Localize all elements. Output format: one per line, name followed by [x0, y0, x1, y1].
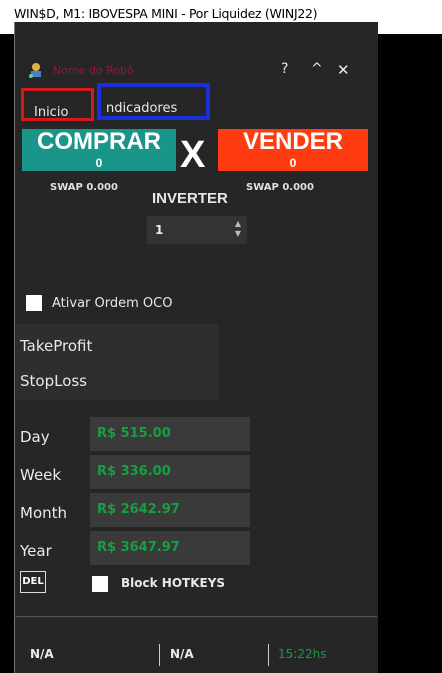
week-value: R$ 336.00: [90, 455, 250, 489]
status-middle: N/A: [170, 647, 194, 661]
buy-label: COMPRAR: [37, 128, 161, 155]
sell-label: VENDER: [242, 128, 344, 155]
chart-title: WIN$D, M1: IBOVESPA MINI - Por Liquidez …: [14, 6, 318, 21]
week-label: Week: [20, 466, 62, 484]
del-button[interactable]: DEL: [20, 571, 46, 593]
status-divider: [268, 644, 269, 666]
inverter-stepper[interactable]: 1 ▲ ▼: [147, 216, 247, 244]
panel-titlebar[interactable]: Nome do Robô ? ^ ✕: [15, 58, 378, 82]
inverter-button[interactable]: INVERTER: [152, 190, 228, 207]
year-value: R$ 3647.97: [90, 531, 250, 565]
year-label: Year: [20, 542, 52, 560]
buy-button[interactable]: COMPRAR 0: [22, 129, 176, 171]
sell-swap: SWAP 0.000: [246, 182, 314, 193]
tab-inicio[interactable]: Inicio: [21, 88, 94, 121]
buy-count: 0: [95, 156, 103, 170]
close-button[interactable]: ✕: [337, 61, 350, 79]
stepper-arrows-icon[interactable]: ▲ ▼: [235, 219, 241, 239]
tab-indicadores[interactable]: ndicadores: [97, 83, 210, 120]
tab-inicio-label: Inicio: [34, 105, 69, 120]
tab-indicadores-label: ndicadores: [106, 101, 178, 116]
block-hotkeys-label: Block HOTKEYS: [121, 576, 226, 590]
takeprofit-field[interactable]: TakeProfit: [20, 337, 92, 355]
status-bar: N/A N/A 15:22hs: [14, 616, 377, 673]
month-value: R$ 2642.97: [90, 493, 250, 527]
oco-label: Ativar Ordem OCO: [52, 296, 173, 311]
oco-checkbox[interactable]: [26, 295, 42, 311]
month-label: Month: [20, 504, 68, 522]
buy-swap: SWAP 0.000: [50, 182, 118, 193]
minimize-button[interactable]: ^: [311, 61, 323, 77]
stoploss-field[interactable]: StopLoss: [20, 372, 87, 390]
separator-x: X: [180, 134, 206, 176]
status-clock: 15:22hs: [278, 647, 327, 661]
inverter-value: 1: [155, 223, 164, 237]
sell-button[interactable]: VENDER 0: [218, 129, 368, 171]
day-label: Day: [20, 428, 50, 446]
status-left: N/A: [30, 647, 54, 661]
status-divider: [159, 644, 160, 666]
app-name: Nome do Robô: [53, 64, 134, 77]
robot-icon: [29, 63, 41, 78]
block-hotkeys-checkbox[interactable]: [92, 576, 108, 592]
help-button[interactable]: ?: [281, 61, 288, 77]
day-value: R$ 515.00: [90, 417, 250, 451]
sell-count: 0: [289, 156, 297, 170]
